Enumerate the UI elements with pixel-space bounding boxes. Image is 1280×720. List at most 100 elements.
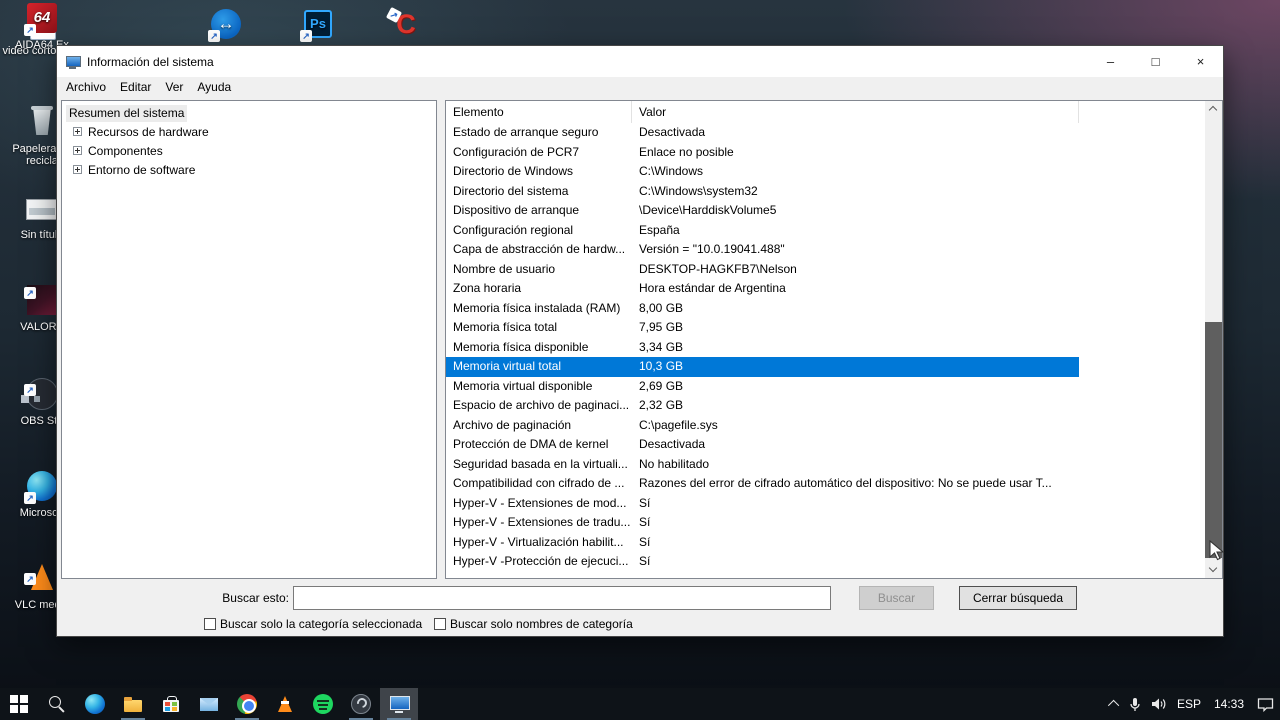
tree-item-recursos-de-hardware[interactable]: Recursos de hardware: [66, 122, 436, 141]
taskbar-system-info[interactable]: [380, 688, 418, 720]
table-row[interactable]: Archivo de paginación C:\pagefile.sys: [446, 416, 1079, 436]
table-row[interactable]: Configuración de PCR7 Enlace no posible: [446, 143, 1079, 163]
start-icon: [7, 692, 31, 716]
table-row[interactable]: Memoria física disponible 3,34 GB: [446, 338, 1079, 358]
table-row[interactable]: Estado de arranque seguro Desactivada: [446, 123, 1079, 143]
speaker-icon[interactable]: [1151, 697, 1168, 711]
microphone-icon[interactable]: [1128, 697, 1142, 712]
column-header-elemento[interactable]: Elemento: [446, 101, 632, 123]
minimize-button[interactable]: –: [1088, 46, 1133, 77]
taskbar-file-explorer[interactable]: [114, 688, 152, 720]
checkbox-icon[interactable]: [204, 618, 216, 630]
table-row[interactable]: Memoria virtual total 10,3 GB: [446, 357, 1079, 377]
table-row[interactable]: Directorio de Windows C:\Windows: [446, 162, 1079, 182]
column-header-valor[interactable]: Valor: [632, 101, 1079, 123]
scrollbar-up-arrow-icon[interactable]: [1205, 101, 1222, 118]
cell-elemento: Estado de arranque seguro: [446, 123, 632, 143]
spotify-icon: [311, 692, 335, 716]
clock[interactable]: 14:33: [1210, 697, 1248, 711]
recycle-icon: [24, 104, 60, 140]
table-row[interactable]: Capa de abstracción de hardw... Versión …: [446, 240, 1079, 260]
obs-icon: [349, 692, 373, 716]
hidden-icons-chevron-icon[interactable]: [1108, 700, 1119, 711]
expand-plus-icon[interactable]: [73, 165, 82, 174]
cell-valor: C:\Windows\system32: [632, 182, 1079, 202]
cerrar-busqueda-button[interactable]: Cerrar búsqueda: [959, 586, 1077, 610]
titlebar[interactable]: Información del sistema – □ ×: [57, 46, 1223, 77]
vlc-icon: [24, 560, 60, 596]
cell-valor: 10,3 GB: [632, 357, 1079, 377]
buscar-button[interactable]: Buscar: [859, 586, 934, 610]
menu-editar[interactable]: Editar: [113, 77, 158, 98]
table-row[interactable]: Memoria física total 7,95 GB: [446, 318, 1079, 338]
taskbar-edge[interactable]: [76, 688, 114, 720]
taskbar-chrome[interactable]: [228, 688, 266, 720]
menu-archivo[interactable]: Archivo: [59, 77, 113, 98]
cell-valor: 8,00 GB: [632, 299, 1079, 319]
menu-ver[interactable]: Ver: [158, 77, 190, 98]
taskbar-search-button[interactable]: [38, 688, 76, 720]
cell-valor: Versión = "10.0.19041.488": [632, 240, 1079, 260]
checkbox-icon[interactable]: [434, 618, 446, 630]
tree-item-entorno-de-software[interactable]: Entorno de software: [66, 160, 436, 179]
msinfo-icon: [387, 692, 411, 716]
cell-valor: No habilitado: [632, 455, 1079, 475]
expand-plus-icon[interactable]: [73, 146, 82, 155]
tree-item-componentes[interactable]: Componentes: [66, 141, 436, 160]
table-row[interactable]: Directorio del sistema C:\Windows\system…: [446, 182, 1079, 202]
category-tree-panel: Resumen del sistema Recursos de hardware…: [61, 100, 437, 579]
language-indicator[interactable]: ESP: [1177, 697, 1201, 711]
cell-valor: Sí: [632, 552, 1079, 572]
taskbar-store[interactable]: [152, 688, 190, 720]
expand-plus-icon[interactable]: [73, 127, 82, 136]
cell-elemento: Configuración de PCR7: [446, 143, 632, 163]
table-row[interactable]: Hyper-V - Extensiones de mod... Sí: [446, 494, 1079, 514]
cell-elemento: Hyper-V - Virtualización habilit...: [446, 533, 632, 553]
search-input[interactable]: [293, 586, 831, 610]
table-row[interactable]: Compatibilidad con cifrado de ... Razone…: [446, 474, 1079, 494]
checkbox-categoria-seleccionada[interactable]: Buscar solo la categoría seleccionada: [204, 617, 422, 631]
table-row[interactable]: Protección de DMA de kernel Desactivada: [446, 435, 1079, 455]
table-row[interactable]: Seguridad basada en la virtuali... No ha…: [446, 455, 1079, 475]
close-button[interactable]: ×: [1178, 46, 1223, 77]
cell-valor: 7,95 GB: [632, 318, 1079, 338]
table-row[interactable]: Dispositivo de arranque \Device\Harddisk…: [446, 201, 1079, 221]
table-row[interactable]: Hyper-V - Extensiones de tradu... Sí: [446, 513, 1079, 533]
checkbox-label: Buscar solo la categoría seleccionada: [220, 617, 422, 631]
table-row[interactable]: Espacio de archivo de paginaci... 2,32 G…: [446, 396, 1079, 416]
table-row[interactable]: Memoria física instalada (RAM) 8,00 GB: [446, 299, 1079, 319]
cell-valor: 3,34 GB: [632, 338, 1079, 358]
cell-elemento: Zona horaria: [446, 279, 632, 299]
ccleaner-icon: [388, 6, 424, 42]
edge-icon: [24, 468, 60, 504]
window-title: Información del sistema: [87, 55, 1088, 69]
menu-ayuda[interactable]: Ayuda: [190, 77, 238, 98]
tree-root-item[interactable]: Resumen del sistema: [66, 105, 436, 122]
valora-icon: [24, 282, 60, 318]
menu-bar: Archivo Editar Ver Ayuda: [57, 77, 1223, 98]
taskbar-start-button[interactable]: [0, 688, 38, 720]
vertical-scrollbar[interactable]: [1205, 101, 1222, 578]
table-row[interactable]: Zona horaria Hora estándar de Argentina: [446, 279, 1079, 299]
taskbar-vlc[interactable]: [266, 688, 304, 720]
scrollbar-down-arrow-icon[interactable]: [1205, 561, 1222, 578]
taskbar-spotify[interactable]: [304, 688, 342, 720]
table-row[interactable]: Hyper-V -Protección de ejecuci... Sí: [446, 552, 1079, 572]
action-center-icon[interactable]: [1257, 697, 1274, 712]
maximize-button[interactable]: □: [1133, 46, 1178, 77]
table-row[interactable]: Memoria virtual disponible 2,69 GB: [446, 377, 1079, 397]
cell-elemento: Memoria física instalada (RAM): [446, 299, 632, 319]
vlc-icon: [273, 692, 297, 716]
taskbar-obs[interactable]: [342, 688, 380, 720]
list-header: Elemento Valor: [446, 101, 1205, 123]
tree-root-label: Resumen del sistema: [66, 105, 187, 122]
table-row[interactable]: Nombre de usuario DESKTOP-HAGKFB7\Nelson: [446, 260, 1079, 280]
cell-valor: Sí: [632, 513, 1079, 533]
checkbox-nombres-categoria[interactable]: Buscar solo nombres de categoría: [434, 617, 633, 631]
table-row[interactable]: Hyper-V - Virtualización habilit... Sí: [446, 533, 1079, 553]
table-row[interactable]: Configuración regional España: [446, 221, 1079, 241]
taskbar-mail[interactable]: [190, 688, 228, 720]
desktop-icon-aida64[interactable]: AIDA64 Ex: [0, 0, 84, 51]
cell-elemento: Archivo de paginación: [446, 416, 632, 436]
scrollbar-thumb[interactable]: [1205, 322, 1222, 558]
